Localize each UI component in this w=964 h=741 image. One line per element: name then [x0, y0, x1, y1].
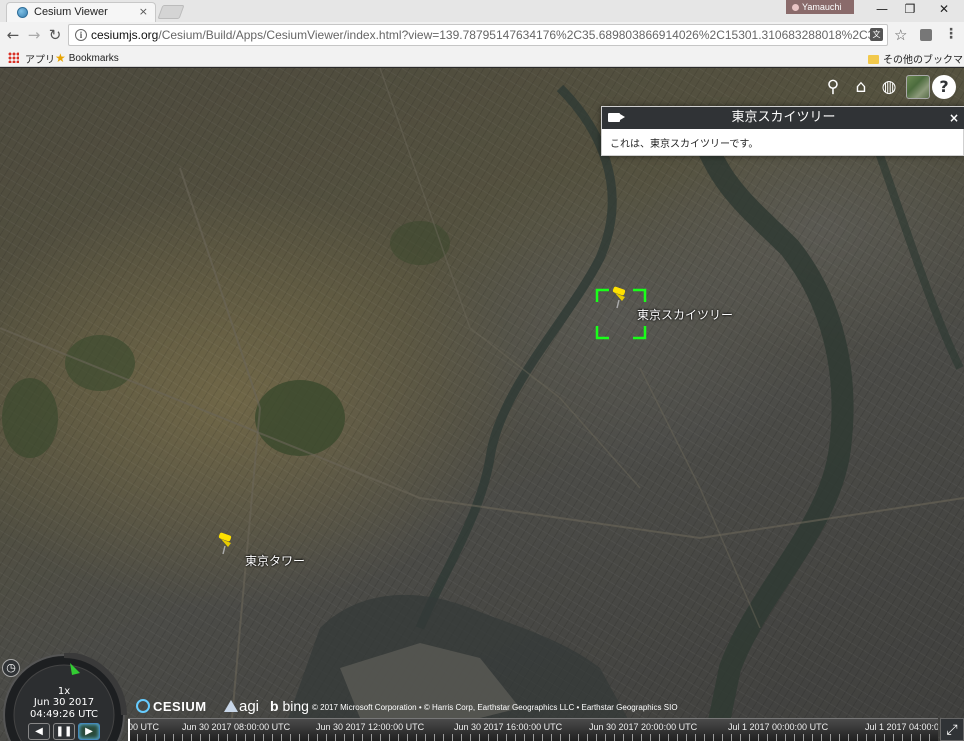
restore-button[interactable]: ❐ [900, 2, 920, 16]
bookmarks-bar: アプリ ★Bookmarks その他のブックマーク [0, 48, 964, 81]
profile-badge[interactable]: Yamauchi [786, 0, 854, 14]
pin-label-tokyo-tower[interactable]: 東京タワー [245, 552, 305, 569]
timeline-ticks [128, 734, 938, 741]
navigation-help-button[interactable]: ? [932, 75, 956, 99]
cesium-viewer[interactable]: 東京スカイツリー 東京タワー ⚲ ⌂ ◍ ? 東京スカイツリー × これは、東京… [0, 68, 964, 741]
minimize-button[interactable]: — [872, 2, 892, 16]
bookmark-apps[interactable]: アプリ [25, 51, 55, 66]
tab-bar: Cesium Viewer × Yamauchi — ❐ ✕ [0, 0, 964, 22]
play-button[interactable]: ▶ [78, 723, 100, 740]
url-host: cesiumjs.org [91, 28, 159, 42]
timeline-label: Jul 1 2017 04:00:0 [865, 722, 938, 732]
cesium-logo-text: CESIUM [153, 699, 207, 714]
reload-button[interactable]: ↻ [46, 26, 64, 44]
timeline-label: Jun 30 2017 20:00:00 UTC [589, 722, 698, 732]
url-text[interactable]: cesiumjs.org/Cesium/Build/Apps/CesiumVie… [91, 28, 871, 42]
animation-speed: 1x [57, 686, 71, 697]
animation-time: 04:49:26 UTC [30, 709, 98, 720]
bing-logo[interactable]: b bing [270, 698, 309, 714]
timeline-label: Jun 30 2017 16:00:00 UTC [454, 722, 563, 732]
bing-b-icon: b [270, 698, 279, 714]
tab-cesium-viewer[interactable]: Cesium Viewer × [6, 2, 156, 22]
new-tab-button[interactable] [157, 5, 185, 19]
timeline-label: Jul 1 2017 00:00:00 UTC [728, 722, 829, 732]
road [179, 167, 262, 741]
folder-icon [868, 55, 879, 64]
infobox-panel: 東京スカイツリー × これは、東京スカイツリーです。 [601, 106, 964, 156]
bookmark-star-icon[interactable]: ☆ [894, 26, 907, 44]
pin-label-skytree[interactable]: 東京スカイツリー [637, 306, 733, 323]
infobox-description: これは、東京スカイツリーです。 [610, 139, 759, 150]
agi-logo[interactable]: agi [224, 698, 259, 715]
browser-menu-icon[interactable]: ⋮ [944, 26, 958, 42]
agi-logo-text: agi [239, 698, 260, 715]
cesium-logo[interactable]: CESIUM [136, 699, 207, 714]
tokyo-tower-pin-icon[interactable] [218, 532, 232, 555]
tab-title: Cesium Viewer [34, 6, 108, 18]
tab-close-icon[interactable]: × [139, 5, 148, 18]
bing-logo-text: bing [282, 698, 309, 714]
animation-date: Jun 30 2017 [33, 697, 95, 708]
apps-grid-icon [8, 52, 19, 63]
camera-icon[interactable] [608, 113, 625, 122]
satellite-map[interactable] [0, 68, 964, 741]
bookmark-bookmarks-label: Bookmarks [68, 53, 119, 64]
browser-toolbar: ← → ↻ i cesiumjs.org/Cesium/Build/Apps/C… [0, 22, 964, 48]
close-window-button[interactable]: ✕ [934, 2, 954, 16]
pause-button[interactable]: ❚❚ [53, 723, 75, 740]
agi-triangle-icon [224, 700, 238, 712]
base-layer-picker-button[interactable] [906, 75, 930, 99]
park-area [2, 378, 58, 458]
infobox-header: 東京スカイツリー × [602, 107, 964, 129]
skytree-pin-icon[interactable] [612, 286, 626, 309]
road [639, 367, 761, 629]
timeline[interactable]: 00 UTC Jun 30 2017 08:00:00 UTC Jun 30 2… [128, 718, 938, 741]
imagery-credit-text: © 2017 Microsoft Corporation • © Harris … [312, 703, 678, 712]
url-path: /Cesium/Build/Apps/CesiumViewer/index.ht… [158, 28, 871, 42]
home-button[interactable]: ⌂ [848, 74, 874, 100]
timeline-label: Jun 30 2017 12:00:00 UTC [316, 722, 425, 732]
bookmark-star-icon: ★ [55, 51, 66, 65]
fullscreen-button[interactable]: ⤢ [940, 718, 964, 741]
scene-mode-globe-button[interactable]: ◍ [876, 74, 902, 100]
timeline-needle[interactable] [128, 719, 130, 741]
cesium-ring-icon [136, 699, 150, 713]
translate-icon[interactable]: 文 [870, 28, 883, 41]
river-east [866, 126, 964, 370]
geocoder-search-button[interactable]: ⚲ [820, 74, 846, 100]
timeline-label: 00 UTC [128, 722, 160, 732]
park-area [65, 335, 135, 391]
profile-avatar-icon [792, 4, 799, 11]
imperial-palace-park [255, 380, 345, 456]
address-bar[interactable]: i cesiumjs.org/Cesium/Build/Apps/CesiumV… [68, 24, 888, 46]
forward-button[interactable]: → [25, 26, 43, 44]
infobox-title: 東京スカイツリー [731, 110, 836, 125]
cesium-favicon-icon [17, 7, 28, 18]
infobox-close-icon[interactable]: × [949, 107, 959, 129]
reverse-button[interactable]: ◀ [28, 723, 50, 740]
extension-icon[interactable] [920, 29, 932, 41]
animation-widget: 1x Jun 30 2017 04:49:26 UTC ◀ ❚❚ ▶ [0, 653, 130, 741]
browser-window: Cesium Viewer × Yamauchi — ❐ ✕ ← → ↻ i c… [0, 0, 964, 741]
bookmark-bookmarks[interactable]: ★ Bookmarks [55, 51, 119, 65]
site-info-icon[interactable]: i [75, 29, 87, 41]
river-arakawa [689, 124, 854, 741]
river-sumida [415, 84, 617, 630]
back-button[interactable]: ← [4, 26, 22, 44]
profile-name: Yamauchi [802, 2, 842, 12]
timeline-label: Jun 30 2017 08:00:00 UTC [182, 722, 291, 732]
